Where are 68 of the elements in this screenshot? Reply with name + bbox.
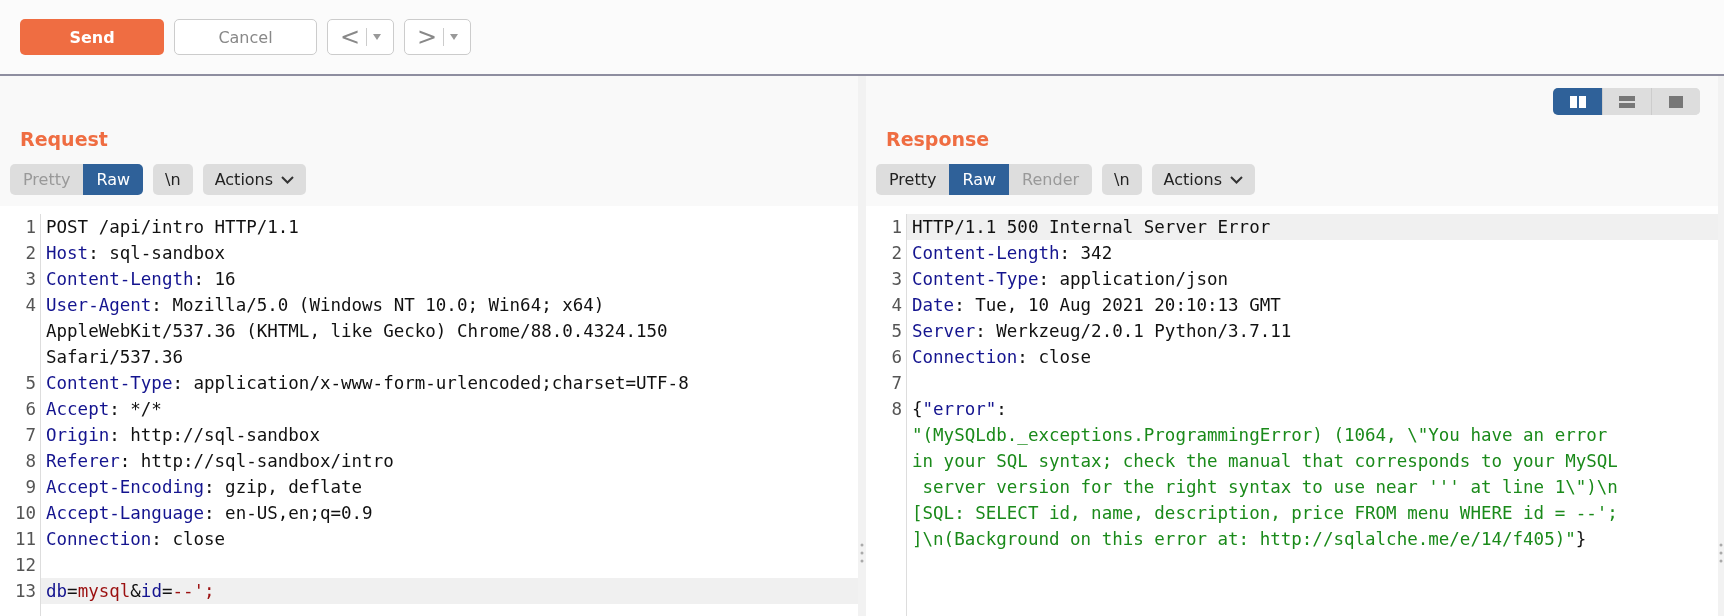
line-number: 7 xyxy=(25,425,36,445)
code-line: Origin: http://sql-sandbox xyxy=(45,425,320,445)
code-line: Server: Werkzeug/2.0.1 Python/3.7.11 xyxy=(911,321,1292,341)
code-line: Referer: http://sql-sandbox/intro xyxy=(45,451,394,471)
view-tab[interactable]: Raw xyxy=(949,164,1010,195)
square-icon xyxy=(1669,95,1683,108)
code-line: User-Agent: Mozilla/5.0 (Windows NT 10.0; Win64; x64) xyxy=(45,295,605,315)
code-line: Content-Type: application/x-www-form-urlencoded;charset=UTF-8 xyxy=(45,373,689,393)
line-number: 3 xyxy=(25,269,36,289)
code-line: {"error": xyxy=(911,399,1007,419)
code-line: Connection: close xyxy=(911,347,1092,367)
line-number: 4 xyxy=(891,295,902,315)
line-number: 5 xyxy=(891,321,902,341)
code-line: Content-Type: application/json xyxy=(911,269,1229,289)
code-line: Safari/537.36 xyxy=(45,347,183,367)
line-number: 13 xyxy=(14,581,36,601)
code-line: in your SQL syntax; check the manual that corresponds to your MySQL xyxy=(911,451,1618,471)
chevron-down-icon xyxy=(1230,175,1244,184)
code-line: Accept-Language: en-US,en;q=0.9 xyxy=(45,503,373,523)
newline-toggle-button[interactable]: \n xyxy=(1102,164,1142,195)
actions-button[interactable]: Actions xyxy=(202,164,307,195)
line-number: 1 xyxy=(891,217,902,237)
line-number: 5 xyxy=(25,373,36,393)
caret-icon xyxy=(450,34,459,40)
layout-toggle-button[interactable] xyxy=(1553,88,1602,115)
code-line: db=mysql&id=--'; xyxy=(45,581,215,601)
panel-title: Request xyxy=(20,128,108,152)
view-tab[interactable]: Pretty xyxy=(876,164,950,195)
line-number: 11 xyxy=(14,529,36,549)
line-number: 8 xyxy=(891,399,902,419)
back-button[interactable]: < xyxy=(327,19,394,55)
code-line: Content-Length: 16 xyxy=(45,269,236,289)
line-number: 9 xyxy=(25,477,36,497)
line-number: 7 xyxy=(891,373,902,393)
code-line: Date: Tue, 10 Aug 2021 20:10:13 GMT xyxy=(911,295,1281,315)
layout-toggle-button[interactable] xyxy=(1651,88,1700,115)
code-line: AppleWebKit/537.36 (KHTML, like Gecko) Chrome/88.0.4324.150 xyxy=(45,321,668,341)
code-line: [SQL: SELECT id, name, description, price FROM menu WHERE id = --'; xyxy=(911,503,1618,523)
code-line: Content-Length: 342 xyxy=(911,243,1113,263)
line-number: 8 xyxy=(25,451,36,471)
line-number: 3 xyxy=(891,269,902,289)
line-number: 6 xyxy=(891,347,902,367)
line-number: 4 xyxy=(25,295,36,315)
line-number: 6 xyxy=(25,399,36,419)
code-line: server version for the right syntax to use near ''' at line 1\")\n xyxy=(921,477,1618,497)
code-line: Host: sql-sandbox xyxy=(45,243,226,263)
code-line: "(MySQLdb._exceptions.ProgrammingError) (1064, \"You have an error xyxy=(911,425,1608,445)
code-line: Accept-Encoding: gzip, deflate xyxy=(45,477,363,497)
chevron-down-icon xyxy=(281,175,295,184)
code-line: ]\n(Background on this error at: http://sqlalche.me/e/14/f405)"} xyxy=(911,529,1587,549)
cancel-button[interactable]: Cancel xyxy=(174,19,317,55)
line-number: 10 xyxy=(14,503,36,523)
newline-toggle-button[interactable]: \n xyxy=(153,164,193,195)
line-number: 12 xyxy=(14,555,36,575)
code-line: Connection: close xyxy=(45,529,226,549)
code-line: HTTP/1.1 500 Internal Server Error xyxy=(911,217,1271,237)
forward-button[interactable]: > xyxy=(404,19,471,55)
line-number: 1 xyxy=(25,217,36,237)
actions-button[interactable]: Actions xyxy=(1151,164,1256,195)
columns-icon xyxy=(1569,95,1586,108)
code-line: Accept: */* xyxy=(45,399,162,419)
line-number: 2 xyxy=(25,243,36,263)
rows-icon xyxy=(1619,95,1635,108)
panel-title: Response xyxy=(886,128,990,152)
line-number: 2 xyxy=(891,243,902,263)
view-tab[interactable]: Raw xyxy=(83,164,144,195)
code-line: POST /api/intro HTTP/1.1 xyxy=(45,217,299,237)
caret-icon xyxy=(373,34,382,40)
